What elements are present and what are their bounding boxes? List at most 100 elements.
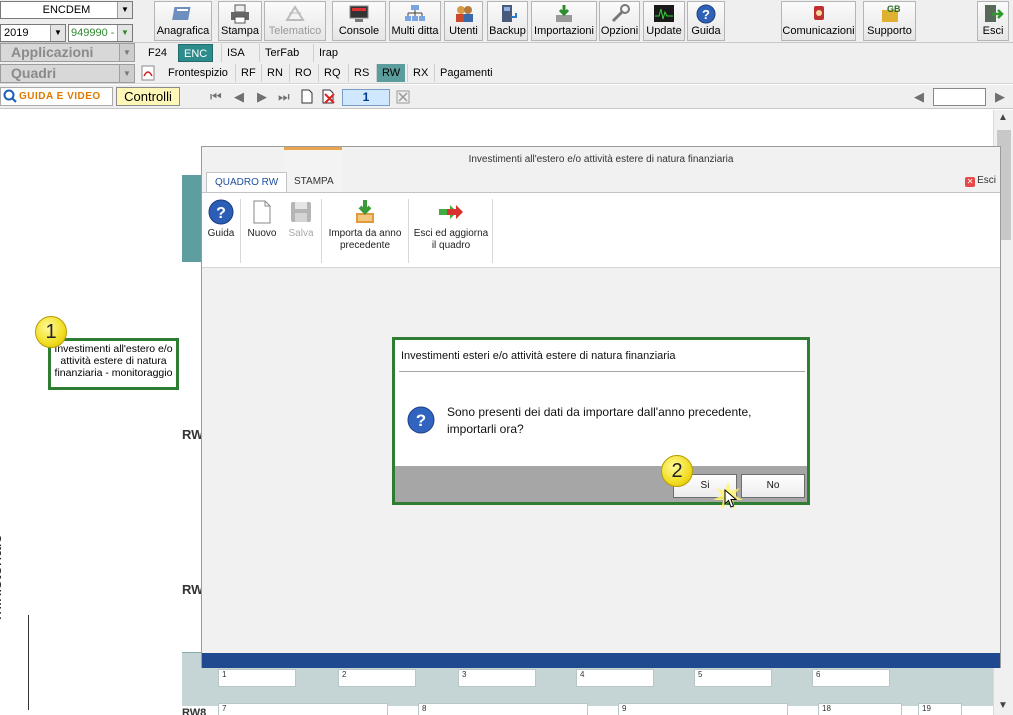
tab-frontespizio[interactable]: Frontespizio bbox=[163, 64, 233, 82]
next-page-icon[interactable]: ▶ bbox=[257, 90, 267, 103]
form-cell[interactable]: 6 bbox=[812, 669, 890, 687]
tab-rx[interactable]: RX bbox=[407, 64, 433, 82]
tab-f24[interactable]: F24 bbox=[143, 44, 172, 62]
first-page-icon[interactable]: ⏮ bbox=[210, 90, 222, 103]
company-select[interactable]: ENCDEM ▼ bbox=[0, 1, 133, 19]
step-badge-2: 2 bbox=[661, 455, 693, 487]
ribbon-salva-button[interactable]: Salva bbox=[286, 199, 316, 265]
console-button[interactable]: Console bbox=[332, 1, 386, 41]
form-cell[interactable]: 3 bbox=[458, 669, 536, 687]
form-cell[interactable]: 8 bbox=[418, 703, 588, 715]
year-select[interactable]: 2019 ▼ bbox=[0, 24, 66, 42]
tab-terfab[interactable]: TerFab bbox=[259, 44, 304, 62]
applications-bar: Applicazioni ▼ F24 ENC ISA TerFab Irap bbox=[0, 43, 1013, 63]
main-toolbar: ENCDEM ▼ 2019 ▼ 949990 - ▼ Anagrafica St… bbox=[0, 0, 1013, 43]
telematico-icon bbox=[285, 5, 305, 21]
form-cell[interactable]: 18 bbox=[818, 703, 902, 715]
tab-rs[interactable]: RS bbox=[348, 64, 374, 82]
svg-text:?: ? bbox=[702, 7, 710, 22]
chevron-down-icon: ▼ bbox=[119, 44, 134, 61]
tab-isa[interactable]: ISA bbox=[221, 44, 250, 62]
tab-pagamenti[interactable]: Pagamenti bbox=[434, 64, 498, 82]
chevron-down-icon: ▼ bbox=[117, 25, 132, 41]
ribbon-esci-aggiorna-button[interactable]: Esci ed aggiorna il quadro bbox=[412, 199, 490, 265]
last-page-icon[interactable]: ⏭ bbox=[278, 90, 290, 103]
update-button[interactable]: Update bbox=[643, 1, 685, 41]
controlli-button[interactable]: Controlli bbox=[116, 87, 180, 106]
svg-text:GB: GB bbox=[887, 4, 901, 14]
scroll-up-icon[interactable]: ▲ bbox=[998, 112, 1008, 123]
ribbon-separator bbox=[408, 199, 409, 263]
importazioni-button[interactable]: Importazioni bbox=[531, 1, 597, 41]
tab-ro[interactable]: RO bbox=[289, 64, 317, 82]
help-icon: ? bbox=[208, 199, 234, 225]
scroll-down-icon[interactable]: ▼ bbox=[998, 700, 1008, 711]
scroll-right-icon[interactable]: ▶ bbox=[995, 90, 1005, 103]
comunicazioni-label: Comunicazioni bbox=[782, 25, 855, 37]
scroll-left-icon[interactable]: ◀ bbox=[914, 90, 924, 103]
form-cell[interactable]: 9 bbox=[618, 703, 788, 715]
window-title: Investimenti all'estero e/o attività est… bbox=[468, 154, 734, 165]
help-icon: ? bbox=[696, 4, 716, 24]
search-field[interactable] bbox=[933, 88, 986, 106]
guida-label: Guida bbox=[691, 25, 721, 37]
window-tabs: QUADRO RW STAMPA bbox=[202, 172, 1000, 192]
anagrafica-button[interactable]: Anagrafica bbox=[154, 1, 212, 41]
options-icon bbox=[611, 4, 630, 23]
save-icon bbox=[291, 202, 311, 222]
pdf-icon[interactable] bbox=[141, 65, 155, 81]
tab-rw[interactable]: RW bbox=[376, 64, 406, 82]
tab-rn[interactable]: RN bbox=[261, 64, 288, 82]
no-button[interactable]: No bbox=[741, 474, 805, 498]
delete-page-icon[interactable] bbox=[322, 89, 336, 104]
multi-ditta-label: Multi ditta bbox=[391, 25, 439, 37]
tab-stampa[interactable]: STAMPA bbox=[286, 172, 342, 192]
backup-button[interactable]: Backup bbox=[487, 1, 528, 41]
ribbon-guida-button[interactable]: ? Guida bbox=[206, 199, 236, 265]
form-cell[interactable]: 7 bbox=[218, 703, 388, 715]
quadri-select[interactable]: Quadri ▼ bbox=[0, 64, 135, 83]
ribbon-importa-button[interactable]: Importa da anno precedente bbox=[326, 199, 404, 265]
exit-icon bbox=[985, 5, 1004, 22]
comunicazioni-button[interactable]: Comunicazioni bbox=[781, 1, 856, 41]
window-esci-button[interactable]: ✕ Esci bbox=[965, 175, 996, 187]
form-cell[interactable]: 2 bbox=[338, 669, 416, 687]
guida-e-video-button[interactable]: GUIDA E VIDEO bbox=[0, 87, 113, 106]
multi-ditta-button[interactable]: Multi ditta bbox=[389, 1, 441, 41]
ribbon-nuovo-button[interactable]: Nuovo bbox=[246, 199, 278, 265]
utenti-button[interactable]: Utenti bbox=[444, 1, 483, 41]
backup-label: Backup bbox=[489, 25, 526, 37]
ribbon-salva-label: Salva bbox=[288, 228, 314, 239]
guida-button[interactable]: ? Guida bbox=[687, 1, 725, 41]
tab-enc[interactable]: ENC bbox=[178, 44, 214, 62]
form-cell[interactable]: 5 bbox=[694, 669, 772, 687]
tab-rf[interactable]: RF bbox=[235, 64, 261, 82]
year-select-value: 2019 bbox=[4, 27, 29, 39]
update-icon bbox=[654, 5, 674, 22]
form-cell[interactable]: 1 bbox=[218, 669, 296, 687]
tab-rq[interactable]: RQ bbox=[318, 64, 346, 82]
prev-page-icon[interactable]: ◀ bbox=[234, 90, 244, 103]
backup-icon bbox=[501, 5, 517, 22]
form-cell[interactable]: 4 bbox=[576, 669, 654, 687]
window-ribbon: ? Guida Nuovo Salva Importa da anno prec… bbox=[202, 192, 1000, 268]
close-page-icon[interactable] bbox=[396, 90, 410, 104]
vertical-caption: ministeriale bbox=[0, 534, 5, 620]
code-select[interactable]: 949990 - ▼ bbox=[68, 24, 133, 42]
mouse-cursor-icon bbox=[724, 489, 738, 508]
page-number-field[interactable]: 1 bbox=[342, 89, 390, 106]
multi-company-icon bbox=[405, 5, 425, 21]
telematico-button[interactable]: Telematico bbox=[264, 1, 326, 41]
stampa-button[interactable]: Stampa bbox=[218, 1, 262, 41]
opzioni-button[interactable]: Opzioni bbox=[599, 1, 640, 41]
new-page-icon[interactable] bbox=[301, 89, 313, 104]
dialog-message: Sono presenti dei dati da importare dall… bbox=[447, 405, 752, 436]
vertical-divider bbox=[28, 615, 29, 710]
supporto-button[interactable]: GB Supporto bbox=[863, 1, 916, 41]
form-cell[interactable]: 19 bbox=[918, 703, 962, 715]
tab-irap[interactable]: Irap bbox=[313, 44, 343, 62]
tab-quadro-rw[interactable]: QUADRO RW bbox=[206, 172, 288, 192]
quadri-select-value: Quadri bbox=[11, 65, 57, 81]
applicazioni-select[interactable]: Applicazioni ▼ bbox=[0, 43, 135, 62]
esci-button[interactable]: Esci bbox=[977, 1, 1009, 41]
